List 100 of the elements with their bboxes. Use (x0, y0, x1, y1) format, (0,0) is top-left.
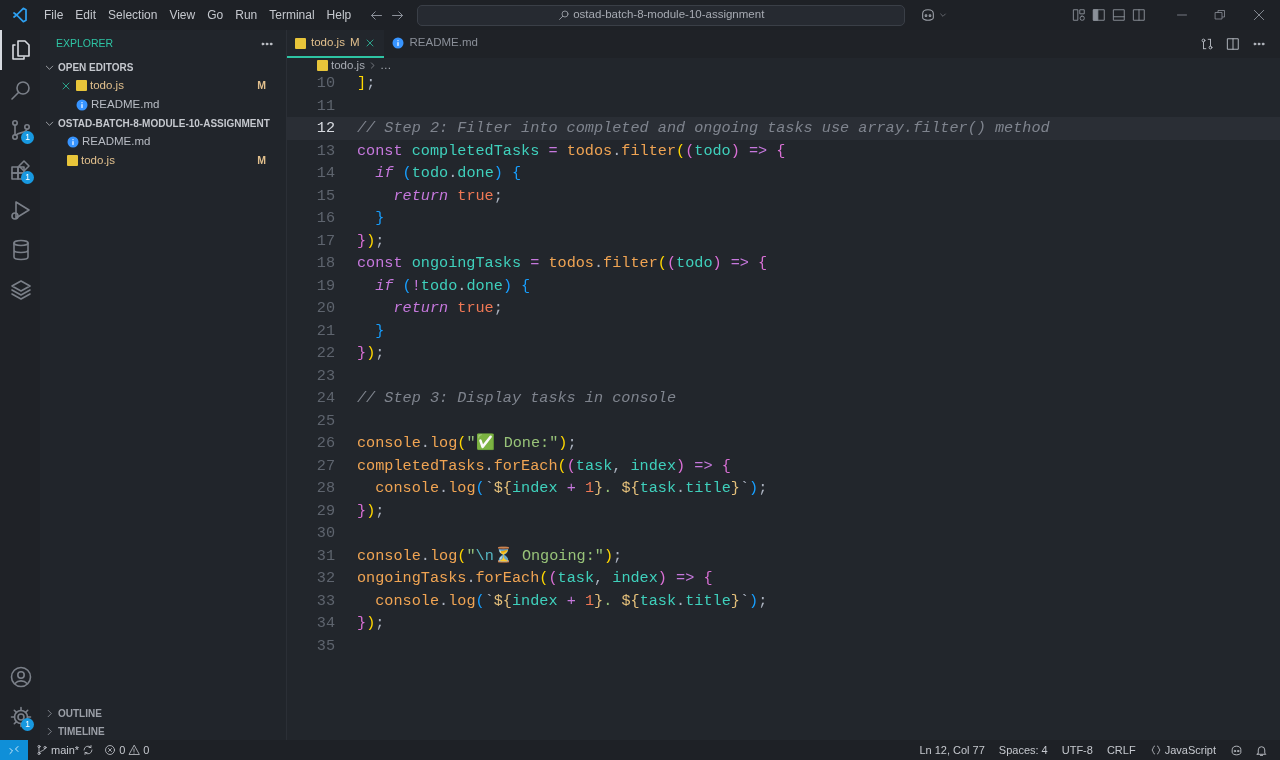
file-name[interactable]: todo.js (81, 151, 115, 170)
line-ending[interactable]: CRLF (1106, 741, 1136, 759)
cursor-position[interactable]: Ln 12, Col 77 (919, 741, 985, 759)
indentation[interactable]: Spaces: 4 (998, 741, 1048, 759)
run-debug-icon[interactable] (9, 198, 33, 222)
search-icon (558, 9, 571, 21)
line-number: 28 (315, 478, 335, 499)
menu-item[interactable]: Terminal (263, 6, 321, 24)
line-number: 35 (315, 635, 335, 657)
split-layout-icon[interactable] (1132, 8, 1146, 22)
file-name[interactable]: README.md (82, 132, 151, 151)
braces-icon (1149, 744, 1162, 756)
notification-badge: 1 (21, 171, 34, 184)
encoding[interactable]: UTF-8 (1061, 741, 1093, 759)
section-header[interactable]: OSTAD-BATCH-8-MODULE-10-ASSIGNMENT (58, 115, 270, 131)
extensions-icon[interactable] (9, 158, 33, 182)
line-number: 23 (315, 365, 335, 387)
code-line: return true; (392, 298, 503, 319)
branch-icon (36, 744, 48, 756)
sync-icon (82, 744, 95, 756)
account-icon[interactable] (9, 665, 33, 689)
line-number: 13 (315, 140, 335, 162)
menu-item[interactable]: Help (320, 6, 358, 24)
info-icon (392, 37, 405, 49)
code-line: ongoingTasks.forEach((task, index) => { (357, 568, 713, 589)
line-number: 24 (315, 388, 335, 409)
js-file-icon (67, 155, 78, 166)
code-line: ]; (357, 73, 376, 94)
search-icon[interactable] (9, 78, 33, 102)
line-number: 27 (315, 455, 335, 477)
menu-item[interactable]: Selection (102, 6, 164, 24)
git-status: M (349, 35, 360, 51)
split-editor-icon[interactable] (1226, 37, 1240, 51)
code-line: }); (357, 500, 385, 522)
compare-changes-icon[interactable] (1200, 37, 1214, 51)
settings-icon[interactable] (9, 705, 33, 729)
layout-customize-icon[interactable] (1072, 8, 1086, 22)
line-number: 17 (315, 230, 335, 252)
code-line: }); (357, 343, 385, 364)
line-number: 12 (315, 118, 335, 139)
vscode-logo-icon (12, 7, 28, 23)
source-control-icon[interactable] (9, 118, 33, 142)
editor-tab[interactable]: todo.js M (287, 30, 385, 58)
code-line: if (todo.done) { (374, 163, 522, 184)
line-number: 16 (315, 208, 335, 229)
info-icon (67, 135, 79, 148)
restore-icon[interactable] (1214, 9, 1226, 21)
menu-item[interactable]: Go (201, 6, 230, 24)
error-icon (104, 744, 117, 756)
section-header[interactable]: OPEN EDITORS (58, 59, 134, 75)
code-line: } (374, 320, 385, 342)
line-number: 31 (315, 545, 335, 567)
section-header[interactable]: TIMELINE (58, 723, 105, 739)
git-status: M (257, 77, 266, 93)
toggle-panel-icon[interactable] (1112, 8, 1126, 22)
code-line: console.log(`${index + 1}. ${task.title}`); (374, 478, 768, 499)
js-file-icon (295, 37, 306, 49)
line-number: 20 (315, 298, 335, 319)
menu-item[interactable]: File (38, 6, 70, 24)
code-line: completedTasks.forEach((task, index) => { (357, 455, 731, 477)
menu-item[interactable]: Edit (69, 6, 103, 24)
remote-icon (8, 744, 20, 756)
code-line: const ongoingTasks = todos.filter((todo) => { (357, 253, 768, 274)
line-number: 18 (315, 253, 335, 274)
file-name[interactable]: todo.js (90, 76, 124, 95)
breadcrumb-item[interactable]: todo.js (331, 58, 365, 72)
layers-icon[interactable] (9, 278, 33, 302)
code-line: console.log("✅ Done:"); (357, 432, 577, 454)
code-line: // Step 2: Filter into completed and ongoing tasks use array.filter() method (357, 118, 1050, 139)
toggle-sidebar-icon[interactable] (1092, 8, 1106, 22)
line-number: 21 (315, 320, 335, 342)
breadcrumb-item[interactable]: … (379, 58, 392, 72)
language-mode[interactable]: JavaScript (1149, 741, 1216, 759)
menu-item[interactable]: Run (229, 6, 264, 24)
line-number: 25 (315, 410, 335, 432)
command-center-search[interactable]: ostad-batch-8-module-10-assignment (417, 4, 906, 26)
code-line: const completedTasks = todos.filter((todo) => { (357, 140, 786, 162)
bell-icon[interactable] (1255, 743, 1268, 757)
line-number: 29 (315, 500, 335, 522)
code-line: }); (357, 613, 385, 634)
code-line: if (!todo.done) { (374, 275, 531, 297)
close-icon[interactable] (1252, 8, 1266, 22)
code-line: console.log(`${index + 1}. ${task.title}`); (374, 590, 768, 612)
js-file-icon (317, 59, 328, 71)
line-number: 22 (315, 343, 335, 364)
editor-tab[interactable]: README.md (384, 30, 486, 58)
code-line: console.log("\n⏳ Ongoing:"); (357, 545, 623, 567)
line-number: 32 (315, 568, 335, 589)
git-status: M (257, 152, 266, 168)
files-icon[interactable] (9, 38, 33, 62)
copilot-icon[interactable] (1230, 743, 1243, 757)
code-line: } (374, 208, 385, 229)
notification-badge: 1 (21, 131, 34, 144)
code-line: // Step 3: Display tasks in console (357, 388, 676, 409)
problems-button[interactable]: 0 0 (104, 741, 150, 759)
line-number: 10 (315, 73, 335, 94)
file-name[interactable]: README.md (91, 95, 160, 114)
branch-button[interactable]: main* (36, 741, 95, 759)
section-header[interactable]: OUTLINE (58, 705, 102, 721)
menu-item[interactable]: View (163, 6, 202, 24)
